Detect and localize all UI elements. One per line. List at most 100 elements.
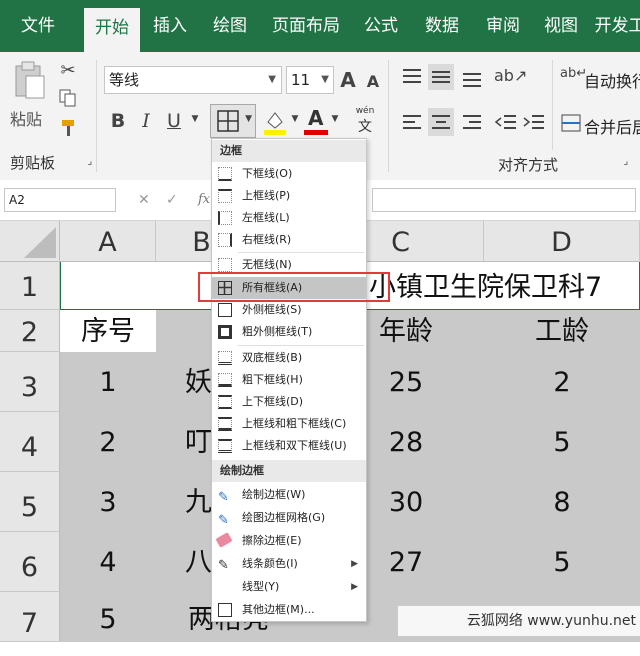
insert-function-button[interactable]: fx bbox=[198, 192, 210, 207]
wrap-text-button[interactable]: 自动换行 bbox=[584, 68, 640, 92]
table-cell[interactable]: 妖 bbox=[156, 352, 212, 412]
phonetic-button[interactable]: wén 文 bbox=[352, 106, 378, 136]
italic-button[interactable]: I bbox=[138, 110, 154, 134]
table-cell[interactable]: 30 bbox=[366, 472, 446, 532]
format-painter-icon[interactable] bbox=[58, 118, 78, 138]
menu-item-double-bottom-border[interactable]: 双底框线(B) bbox=[212, 347, 366, 369]
table-cell[interactable]: 3 bbox=[60, 472, 156, 532]
row-header-2[interactable]: 2 bbox=[0, 310, 60, 352]
menu-item-right-border[interactable]: 右框线(R) bbox=[212, 229, 366, 251]
menu-item-bottom-border[interactable]: 下框线(O) bbox=[212, 163, 366, 185]
column-header-a[interactable]: A bbox=[60, 221, 156, 262]
menu-item-top-border[interactable]: 上框线(P) bbox=[212, 185, 366, 207]
table-cell[interactable]: 2 bbox=[60, 412, 156, 472]
font-name-select[interactable]: 等线 ▼ bbox=[104, 66, 282, 94]
table-cell[interactable]: 5 bbox=[60, 592, 156, 642]
table-cell[interactable]: 1 bbox=[60, 352, 156, 412]
row-header-5[interactable]: 5 bbox=[0, 472, 60, 532]
copy-icon[interactable] bbox=[58, 88, 78, 108]
tab-formulas[interactable]: 公式 bbox=[356, 0, 406, 52]
menu-item-top-thick-bottom-border[interactable]: 上框线和粗下框线(C) bbox=[212, 413, 366, 435]
cancel-icon[interactable]: ✕ bbox=[138, 192, 150, 208]
tab-page-layout[interactable]: 页面布局 bbox=[266, 0, 346, 52]
menu-item-outside-borders[interactable]: 外侧框线(S) bbox=[212, 299, 366, 321]
paste-label[interactable]: 粘贴 bbox=[10, 106, 42, 130]
name-box[interactable]: A2 bbox=[4, 188, 116, 212]
menu-item-top-bottom-border[interactable]: 上下框线(D) bbox=[212, 391, 366, 413]
orientation-icon[interactable]: ab↗ bbox=[494, 66, 527, 90]
fill-color-icon[interactable] bbox=[262, 108, 288, 135]
menu-item-line-style[interactable]: 线型(Y) ▶ bbox=[212, 576, 366, 598]
tab-file[interactable]: 文件 bbox=[8, 0, 68, 52]
formula-input[interactable] bbox=[372, 188, 636, 212]
select-all-corner[interactable] bbox=[0, 221, 60, 262]
tab-draw[interactable]: 绘图 bbox=[200, 0, 260, 52]
table-cell[interactable]: 28 bbox=[366, 412, 446, 472]
header-cell-age[interactable]: 年龄 bbox=[366, 310, 446, 352]
menu-item-left-border[interactable]: 左框线(L) bbox=[212, 207, 366, 229]
table-cell[interactable]: 2 bbox=[484, 352, 640, 412]
align-middle-icon[interactable] bbox=[428, 64, 454, 90]
borders-button[interactable]: ▼ bbox=[210, 104, 256, 138]
menu-item-draw-border-grid[interactable]: ✎ 绘图边框网格(G) bbox=[212, 507, 366, 529]
tab-review[interactable]: 审阅 bbox=[478, 0, 528, 52]
font-color-icon[interactable]: A bbox=[304, 106, 328, 136]
menu-item-label: 上框线和双下框线(U) bbox=[242, 439, 347, 452]
table-cell[interactable]: 25 bbox=[366, 352, 446, 412]
menu-item-draw-border[interactable]: ✎ 绘制边框(W) bbox=[212, 484, 366, 506]
row-header-7[interactable]: 7 bbox=[0, 592, 60, 642]
row-header-1[interactable]: 1 bbox=[0, 262, 60, 310]
launcher-icon[interactable]: ⌟ bbox=[620, 156, 632, 168]
active-cell-a2[interactable]: 序号 bbox=[60, 310, 156, 352]
menu-item-erase-border[interactable]: 擦除边框(E) bbox=[212, 530, 366, 552]
merge-center-button[interactable]: 合并后居 bbox=[584, 114, 640, 138]
menu-item-thick-outside-borders[interactable]: 粗外侧框线(T) bbox=[212, 321, 366, 343]
header-cell-tenure[interactable]: 工龄 bbox=[484, 310, 640, 352]
row-header-4[interactable]: 4 bbox=[0, 412, 60, 472]
table-cell[interactable]: 九 bbox=[156, 472, 212, 532]
tab-insert[interactable]: 插入 bbox=[142, 0, 198, 52]
table-cell[interactable]: 27 bbox=[366, 532, 446, 592]
align-bottom-icon[interactable] bbox=[460, 66, 484, 88]
merge-center-icon[interactable] bbox=[560, 112, 582, 134]
chevron-down-icon[interactable]: ▼ bbox=[190, 114, 200, 130]
menu-item-label: 线型(Y) bbox=[242, 580, 280, 593]
tab-data[interactable]: 数据 bbox=[416, 0, 468, 52]
align-center-icon[interactable] bbox=[428, 108, 454, 136]
chevron-down-icon[interactable]: ▼ bbox=[290, 114, 300, 130]
row-header-6[interactable]: 6 bbox=[0, 532, 60, 592]
table-cell[interactable]: 叮 bbox=[156, 412, 212, 472]
enter-icon[interactable]: ✓ bbox=[166, 192, 178, 208]
menu-divider bbox=[238, 345, 364, 346]
tab-developer[interactable]: 开发工 bbox=[594, 0, 640, 52]
menu-item-thick-bottom-border[interactable]: 粗下框线(H) bbox=[212, 369, 366, 391]
launcher-icon[interactable]: ⌟ bbox=[84, 156, 96, 168]
cut-icon[interactable]: ✂ bbox=[58, 60, 78, 81]
table-cell[interactable]: 5 bbox=[484, 532, 640, 592]
column-header-d[interactable]: D bbox=[484, 221, 640, 262]
paste-icon[interactable] bbox=[8, 58, 48, 99]
menu-item-more-borders[interactable]: 其他边框(M)... bbox=[212, 599, 366, 621]
align-left-icon[interactable] bbox=[400, 112, 424, 134]
shrink-font-button[interactable]: A bbox=[364, 72, 382, 92]
tab-home[interactable]: 开始 bbox=[84, 8, 140, 52]
underline-button[interactable]: U bbox=[164, 110, 184, 134]
bold-button[interactable]: B bbox=[108, 110, 128, 134]
table-cell[interactable]: 5 bbox=[484, 412, 640, 472]
font-size-select[interactable]: 11 ▼ bbox=[286, 66, 334, 94]
row-header-3[interactable]: 3 bbox=[0, 352, 60, 412]
menu-item-top-double-bottom-border[interactable]: 上框线和双下框线(U) bbox=[212, 435, 366, 457]
menu-item-line-color[interactable]: ✎ 线条颜色(I) ▶ bbox=[212, 553, 366, 575]
grow-font-button[interactable]: A bbox=[338, 68, 358, 92]
tab-view[interactable]: 视图 bbox=[536, 0, 586, 52]
decrease-indent-icon[interactable] bbox=[494, 112, 518, 134]
increase-indent-icon[interactable] bbox=[522, 112, 546, 134]
align-top-icon[interactable] bbox=[400, 66, 424, 88]
table-cell[interactable]: 8 bbox=[484, 472, 640, 532]
table-cell[interactable]: 八 bbox=[156, 532, 212, 592]
chevron-down-icon[interactable]: ▼ bbox=[330, 114, 340, 130]
align-right-icon[interactable] bbox=[460, 112, 484, 134]
wrap-text-icon[interactable]: ab↵ bbox=[560, 66, 587, 88]
table-cell[interactable]: 4 bbox=[60, 532, 156, 592]
outside-borders-icon bbox=[218, 303, 232, 317]
